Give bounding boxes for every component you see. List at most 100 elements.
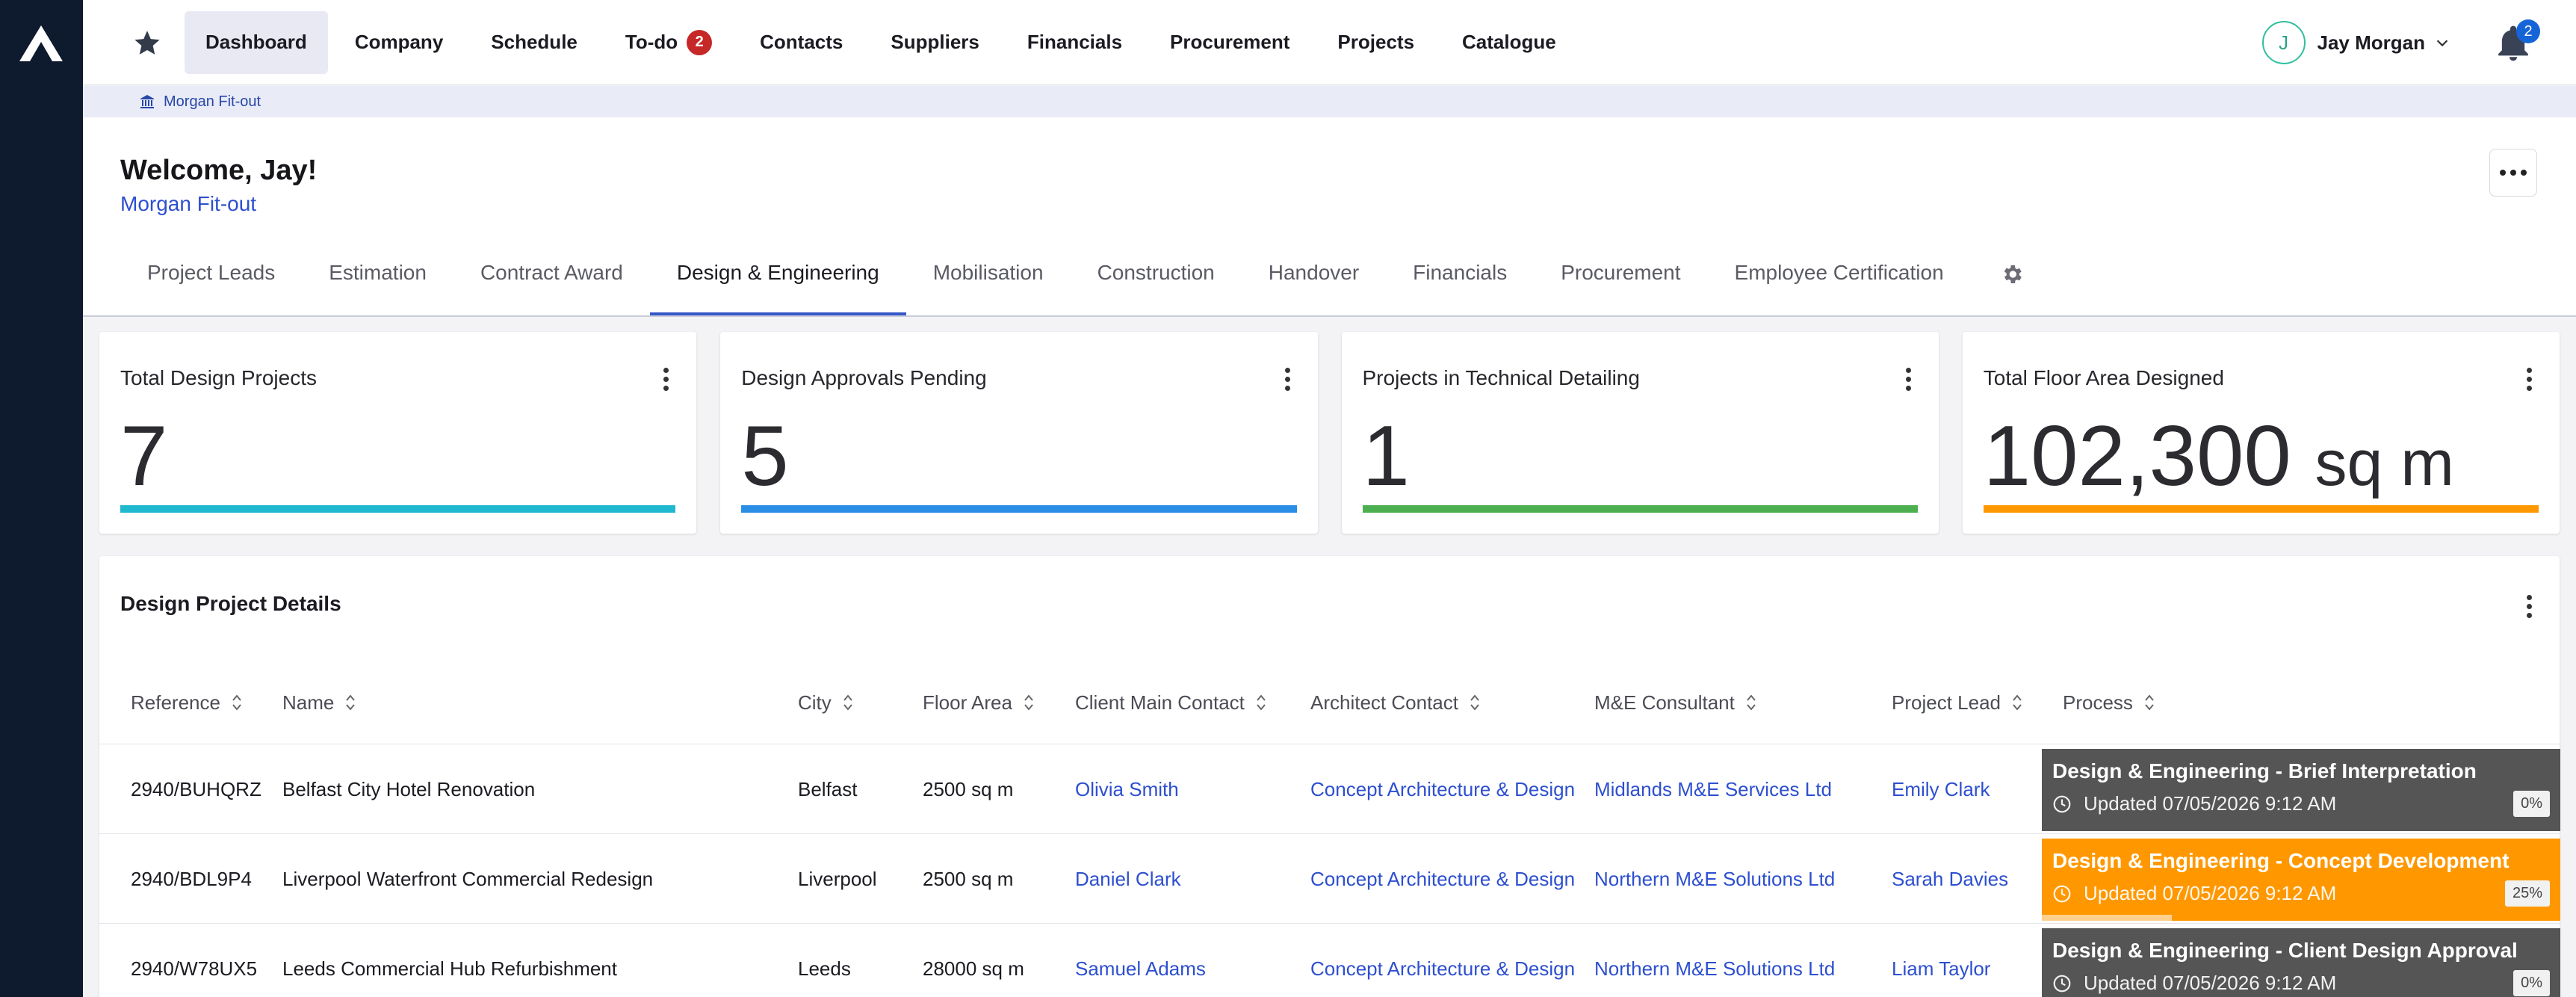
- card-menu-icon[interactable]: [1284, 368, 1291, 391]
- cell-client-contact-link[interactable]: Olivia Smith: [1075, 744, 1179, 834]
- tab-design-engineering[interactable]: Design & Engineering: [649, 233, 906, 315]
- dashboard-tabs: Project Leads Estimation Contract Award …: [120, 233, 2053, 315]
- process-status-panel[interactable]: Design & Engineering - Brief Interpretat…: [2042, 749, 2560, 831]
- kpi-number: 7: [120, 409, 168, 504]
- page-title: Welcome, Jay!: [120, 155, 318, 186]
- tab-procurement[interactable]: Procurement: [1534, 233, 1707, 315]
- cell-name: Leeds Commercial Hub Refurbishment: [282, 957, 617, 980]
- nav-catalogue[interactable]: Catalogue: [1441, 11, 1577, 74]
- tab-contract-award[interactable]: Contract Award: [453, 233, 650, 315]
- card-menu-icon[interactable]: [2527, 595, 2533, 618]
- nav-label: Dashboard: [205, 31, 307, 53]
- cell-city: Leeds: [798, 957, 851, 980]
- nav-todo[interactable]: To-do 2: [604, 11, 733, 74]
- nav-dashboard[interactable]: Dashboard: [185, 10, 328, 74]
- process-updated: Updated 07/05/2026 9:12 AM: [2052, 882, 2550, 905]
- nav-financials[interactable]: Financials: [1006, 11, 1143, 74]
- nav-contacts[interactable]: Contacts: [739, 11, 864, 74]
- column-header-architect-contact[interactable]: Architect Contact: [1310, 661, 1481, 744]
- nav-procurement[interactable]: Procurement: [1149, 11, 1310, 74]
- favorites-star-icon[interactable]: [126, 22, 168, 64]
- column-header-project-lead[interactable]: Project Lead: [1892, 661, 2023, 744]
- table-header-row: Reference Name City Floor Area Client Ma…: [99, 661, 2560, 744]
- kpi-card-value: 5: [741, 410, 788, 503]
- nav-label: Company: [354, 31, 444, 53]
- tab-project-leads[interactable]: Project Leads: [120, 233, 302, 315]
- kpi-unit: sq m: [2315, 427, 2454, 499]
- process-status-panel[interactable]: Design & Engineering - Concept Developme…: [2042, 839, 2560, 921]
- table-row[interactable]: 2940/BUHQRZ Belfast City Hotel Renovatio…: [99, 744, 2560, 834]
- cell-client-contact-link[interactable]: Daniel Clark: [1075, 834, 1181, 924]
- tab-construction[interactable]: Construction: [1071, 233, 1242, 315]
- card-menu-icon[interactable]: [2527, 368, 2533, 391]
- sort-icon: [1470, 694, 1479, 711]
- card-menu-icon[interactable]: [1905, 368, 1912, 391]
- tab-employee-certification[interactable]: Employee Certification: [1708, 233, 1971, 315]
- cell-consultant-link[interactable]: Northern M&E Solutions Ltd: [1594, 924, 1835, 997]
- cell-architect-link[interactable]: Concept Architecture & Design: [1310, 924, 1575, 997]
- tab-handover[interactable]: Handover: [1242, 233, 1386, 315]
- dashboard-header: Welcome, Jay! Morgan Fit-out Project Lea…: [83, 117, 2576, 317]
- cell-project-lead-link[interactable]: Emily Clark: [1892, 744, 1990, 834]
- kpi-card-technical-detailing: Projects in Technical Detailing 1: [1341, 332, 1939, 534]
- nav-company[interactable]: Company: [334, 11, 464, 74]
- table-row[interactable]: 2940/BDL9P4 Liverpool Waterfront Commerc…: [99, 834, 2560, 924]
- kpi-number: 1: [1362, 409, 1410, 504]
- cell-reference: 2940/BDL9P4: [131, 867, 252, 890]
- column-header-reference[interactable]: Reference: [131, 661, 243, 744]
- column-header-name[interactable]: Name: [282, 661, 356, 744]
- main-nav: Dashboard Company Schedule To-do 2 Contac…: [185, 10, 1583, 74]
- nav-label: Projects: [1337, 31, 1415, 53]
- process-updated-text: Updated 07/05/2026 9:12 AM: [2084, 972, 2337, 994]
- table-row[interactable]: 2940/W78UX5 Leeds Commercial Hub Refurbi…: [99, 924, 2560, 997]
- kpi-card-accent-bar: [1362, 505, 1918, 513]
- column-header-process[interactable]: Process: [2063, 661, 2155, 744]
- process-status-panel[interactable]: Design & Engineering - Client Design App…: [2042, 928, 2560, 997]
- nav-projects[interactable]: Projects: [1316, 11, 1435, 74]
- cell-floor-area: 2500 sq m: [923, 777, 1014, 800]
- app-logo[interactable]: [18, 24, 64, 63]
- tab-settings[interactable]: [1971, 233, 2053, 315]
- cell-architect-link[interactable]: Concept Architecture & Design: [1310, 834, 1575, 924]
- tab-financials[interactable]: Financials: [1386, 233, 1534, 315]
- nav-suppliers[interactable]: Suppliers: [870, 11, 1000, 74]
- column-header-floor-area[interactable]: Floor Area: [923, 661, 1035, 744]
- company-link[interactable]: Morgan Fit-out: [120, 192, 256, 216]
- column-label: M&E Consultant: [1594, 691, 1735, 714]
- kpi-card-accent-bar: [741, 505, 1297, 513]
- kpi-card-total-design-projects: Total Design Projects 7: [99, 332, 697, 534]
- cell-name: Belfast City Hotel Renovation: [282, 777, 536, 800]
- sort-icon: [2013, 694, 2022, 711]
- more-options-button[interactable]: [2489, 149, 2537, 197]
- breadcrumb-company-link[interactable]: Morgan Fit-out: [164, 93, 261, 111]
- column-label: City: [798, 691, 832, 714]
- kpi-number: 102,300: [1983, 409, 2291, 504]
- clock-icon: [2053, 795, 2071, 812]
- nav-label: Procurement: [1170, 31, 1290, 53]
- column-header-client-main-contact[interactable]: Client Main Contact: [1075, 661, 1267, 744]
- kpi-card-design-approvals-pending: Design Approvals Pending 5: [720, 332, 1318, 534]
- notifications-button[interactable]: 2: [2492, 19, 2540, 64]
- nav-schedule[interactable]: Schedule: [470, 11, 598, 74]
- column-header-city[interactable]: City: [798, 661, 854, 744]
- progress-percent-badge: 0%: [2513, 791, 2550, 817]
- chevron-down-icon: [2436, 40, 2448, 47]
- tab-estimation[interactable]: Estimation: [302, 233, 453, 315]
- cell-architect-link[interactable]: Concept Architecture & Design: [1310, 744, 1575, 834]
- cell-consultant-link[interactable]: Northern M&E Solutions Ltd: [1594, 834, 1835, 924]
- tab-mobilisation[interactable]: Mobilisation: [906, 233, 1071, 315]
- ellipsis-dot: [2510, 170, 2516, 176]
- column-header-me-consultant[interactable]: M&E Consultant: [1594, 661, 1757, 744]
- cell-project-lead-link[interactable]: Liam Taylor: [1892, 924, 1990, 997]
- ellipsis-dot: [2500, 170, 2506, 176]
- cell-project-lead-link[interactable]: Sarah Davies: [1892, 834, 2008, 924]
- process-title: Design & Engineering - Concept Developme…: [2052, 849, 2510, 872]
- cell-consultant-link[interactable]: Midlands M&E Services Ltd: [1594, 744, 1832, 834]
- card-menu-icon[interactable]: [663, 368, 669, 391]
- process-progress-bar: [2042, 915, 2172, 921]
- design-project-details-card: Design Project Details Reference Name Ci…: [99, 556, 2560, 997]
- column-label: Project Lead: [1892, 691, 2001, 714]
- user-menu[interactable]: J Jay Morgan: [2261, 21, 2451, 64]
- cell-client-contact-link[interactable]: Samuel Adams: [1075, 924, 1206, 997]
- gear-icon: [2004, 265, 2022, 283]
